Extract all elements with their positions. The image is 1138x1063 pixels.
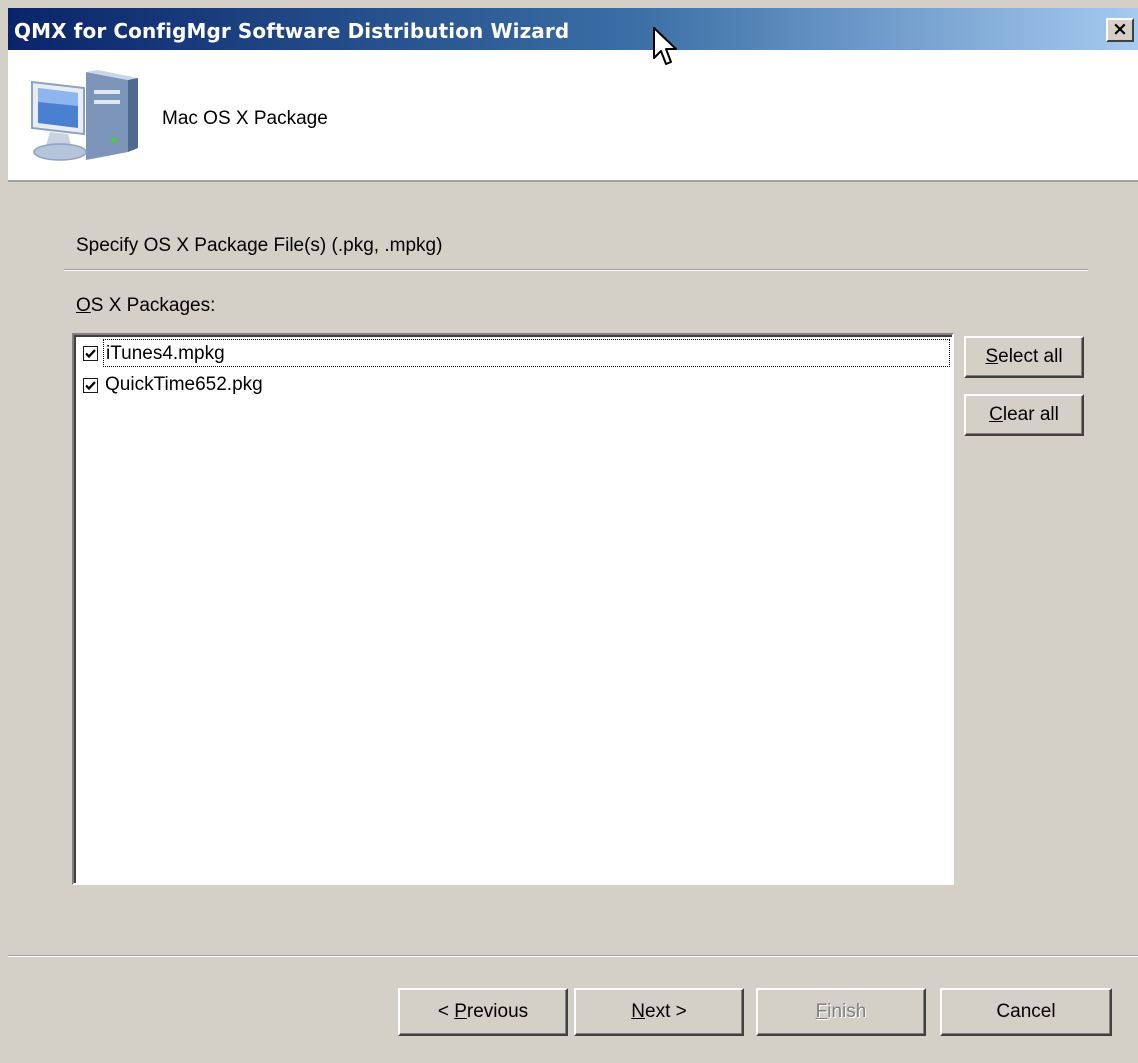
select-all-button[interactable]: Select all	[964, 336, 1084, 378]
checkmark-icon	[85, 349, 96, 359]
close-button[interactable]: ×	[1106, 18, 1134, 42]
button-label: ext >	[645, 1001, 687, 1022]
footer-divider	[8, 955, 1138, 957]
header-title: Mac OS X Package	[162, 108, 328, 129]
accel-o: O	[76, 295, 91, 316]
mouse-cursor-icon	[653, 27, 677, 65]
button-label: lear all	[1002, 404, 1059, 425]
section-divider	[64, 269, 1088, 271]
button-label: revious	[466, 1001, 529, 1022]
wizard-window: QMX for ConfigMgr Software Distribution …	[0, 0, 1138, 1063]
package-item-label: iTunes4.mpkg	[103, 339, 950, 367]
previous-button[interactable]: < Previous	[398, 988, 568, 1036]
accel-n: N	[631, 1001, 645, 1022]
package-item-itunes[interactable]: iTunes4.mpkg	[80, 339, 950, 369]
packages-listbox[interactable]: iTunes4.mpkg QuickTime652.pkg	[72, 333, 954, 885]
title-bar[interactable]: QMX for ConfigMgr Software Distribution …	[8, 8, 1138, 50]
next-button[interactable]: Next >	[574, 988, 744, 1036]
finish-button[interactable]: Finish	[756, 988, 926, 1036]
button-prefix: <	[437, 1001, 455, 1022]
label-rest: S X Packages:	[90, 295, 216, 316]
packages-list-label: OS X Packages:	[76, 295, 215, 317]
accel-c: C	[989, 404, 1003, 425]
window-title: QMX for ConfigMgr Software Distribution …	[14, 19, 570, 43]
clear-all-button[interactable]: Clear all	[964, 394, 1084, 436]
package-checkbox-itunes[interactable]	[83, 346, 98, 361]
close-icon: ×	[1112, 18, 1128, 40]
accel-s: S	[985, 346, 999, 367]
package-item-label: QuickTime652.pkg	[105, 374, 263, 395]
button-label: inish	[827, 1001, 867, 1022]
package-checkbox-quicktime[interactable]	[83, 378, 98, 393]
listbox-frame: iTunes4.mpkg QuickTime652.pkg	[74, 335, 952, 883]
package-item-quicktime[interactable]: QuickTime652.pkg	[80, 371, 950, 401]
wizard-header: Mac OS X Package	[8, 50, 1138, 180]
accel-f: F	[815, 1001, 828, 1022]
checkmark-icon	[85, 381, 96, 391]
accel-p: P	[454, 1001, 467, 1022]
cancel-button[interactable]: Cancel	[940, 988, 1112, 1036]
computer-icon	[31, 70, 138, 161]
section-heading: Specify OS X Package File(s) (.pkg, .mpk…	[76, 235, 443, 256]
button-label: elect all	[998, 346, 1063, 367]
button-label: Cancel	[996, 1001, 1056, 1022]
header-divider	[8, 180, 1138, 182]
